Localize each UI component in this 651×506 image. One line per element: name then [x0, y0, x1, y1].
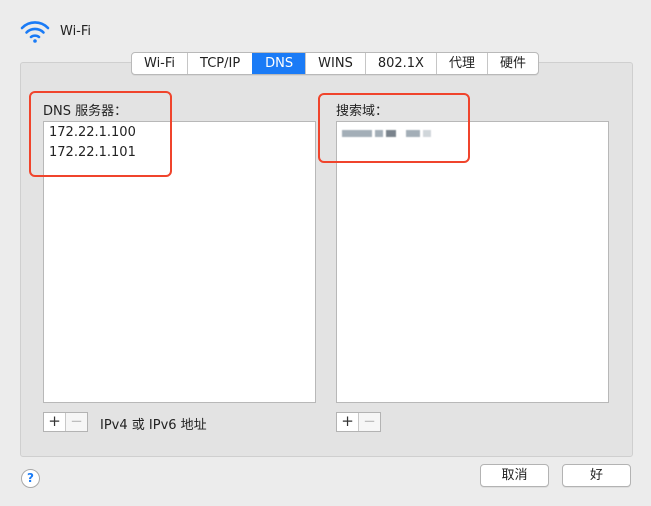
- help-button[interactable]: ?: [21, 469, 40, 488]
- search-add-button[interactable]: +: [337, 413, 358, 431]
- dns-add-remove-control: + −: [43, 412, 88, 432]
- settings-tab-bar: Wi-Fi TCP/IP DNS WINS 802.1X 代理 硬件: [131, 52, 539, 75]
- wifi-icon: [20, 21, 50, 43]
- dns-remove-button[interactable]: −: [65, 413, 87, 431]
- tab-wins[interactable]: WINS: [305, 53, 365, 74]
- ok-button[interactable]: 好: [562, 464, 631, 487]
- cancel-button[interactable]: 取消: [480, 464, 549, 487]
- search-add-remove-control: + −: [336, 412, 381, 432]
- dns-address-hint: IPv4 或 IPv6 地址: [100, 418, 207, 433]
- tab-proxy[interactable]: 代理: [435, 53, 487, 74]
- search-remove-button[interactable]: −: [358, 413, 380, 431]
- window-title: Wi-Fi: [60, 24, 92, 39]
- tab-dns[interactable]: DNS: [252, 53, 306, 74]
- search-domains-list[interactable]: [336, 121, 609, 403]
- search-highlight-box: [318, 93, 470, 163]
- window-titlebar: Wi-Fi: [0, 0, 651, 55]
- dns-add-button[interactable]: +: [44, 413, 65, 431]
- tab-hardware[interactable]: 硬件: [486, 53, 538, 74]
- dns-highlight-box: [29, 91, 172, 177]
- tab-tcpip[interactable]: TCP/IP: [187, 53, 252, 74]
- tab-8021x[interactable]: 802.1X: [364, 53, 436, 74]
- tab-wifi[interactable]: Wi-Fi: [132, 53, 187, 74]
